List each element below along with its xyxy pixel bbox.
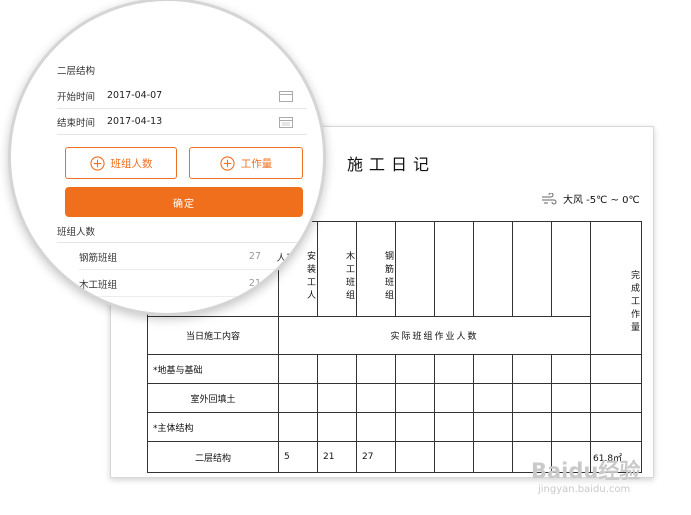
calendar-icon[interactable] bbox=[279, 90, 293, 102]
add-team-count-button[interactable]: 班组人数 bbox=[65, 147, 177, 179]
magnifier-lens: 二层结构 开始时间 2017-04-07 结束时间 2017-04-13 班组人… bbox=[8, 0, 326, 316]
header-team-carpentry: 木工班组 bbox=[317, 221, 357, 317]
table-cell bbox=[356, 412, 396, 442]
table-cell bbox=[356, 354, 396, 384]
header-actual-workers: 实际班组作业人数 bbox=[278, 316, 591, 355]
table-cell bbox=[278, 383, 318, 413]
row-name: 二层结构 bbox=[147, 441, 279, 473]
table-cell bbox=[317, 354, 357, 384]
watermark-logo: Baidu经验 bbox=[531, 459, 641, 483]
header-empty-col bbox=[551, 221, 591, 317]
row-name: *主体结构 bbox=[147, 412, 279, 442]
table-cell bbox=[278, 412, 318, 442]
table-cell bbox=[317, 383, 357, 413]
weather-text: 大风 -5℃ ~ 0℃ bbox=[563, 195, 640, 206]
table-cell bbox=[590, 354, 642, 384]
table-cell bbox=[395, 412, 435, 442]
team-section-title: 班组人数 bbox=[57, 219, 307, 243]
team-name: 木工班组 bbox=[79, 279, 118, 291]
team-unit: 人工日 bbox=[276, 252, 305, 264]
table-cell bbox=[590, 383, 642, 413]
table-cell bbox=[434, 383, 474, 413]
header-empty-col bbox=[434, 221, 474, 317]
table-cell bbox=[317, 412, 357, 442]
end-time-value: 2017-04-13 bbox=[107, 116, 163, 127]
table-cell-value: 5 bbox=[278, 441, 318, 473]
row-name: 室外回填土 bbox=[147, 383, 279, 413]
team-list-item[interactable]: 钢筋班组 27 人工日 bbox=[79, 244, 305, 270]
plus-circle-icon bbox=[220, 155, 235, 171]
header-empty-col bbox=[473, 221, 513, 317]
table-cell bbox=[512, 412, 552, 442]
confirm-button[interactable]: 确定 bbox=[65, 187, 303, 217]
header-daily-content: 当日施工内容 bbox=[147, 316, 279, 355]
table-cell bbox=[473, 412, 513, 442]
table-cell bbox=[434, 412, 474, 442]
table-cell bbox=[395, 441, 435, 473]
header-empty-col bbox=[512, 221, 552, 317]
end-time-field[interactable]: 结束时间 2017-04-13 bbox=[57, 109, 307, 135]
plus-circle-icon bbox=[89, 155, 105, 171]
table-cell bbox=[395, 354, 435, 384]
table-cell bbox=[590, 412, 642, 442]
document-title: 施工日记 bbox=[347, 155, 436, 174]
table-cell bbox=[512, 383, 552, 413]
team-name: 钢筋班组 bbox=[79, 252, 118, 264]
calendar-icon[interactable] bbox=[279, 116, 293, 128]
team-list-item[interactable]: 木工班组 21 bbox=[79, 271, 305, 297]
header-team-rebar: 钢筋班组 bbox=[356, 221, 396, 317]
table-cell bbox=[551, 412, 591, 442]
table-cell-value: 27 bbox=[356, 441, 396, 473]
team-count: 27 bbox=[248, 251, 261, 262]
table-cell-value: 21 bbox=[317, 441, 357, 473]
table-cell bbox=[395, 383, 435, 413]
table-cell bbox=[278, 354, 318, 384]
team-count: 21 bbox=[248, 278, 261, 289]
header-workload: 完成工作量 bbox=[590, 221, 642, 355]
table-cell bbox=[512, 354, 552, 384]
weather-info: 大风 -5℃ ~ 0℃ bbox=[541, 191, 640, 206]
add-workload-label: 工作量 bbox=[240, 157, 273, 170]
table-cell bbox=[473, 441, 513, 473]
table-cell bbox=[473, 383, 513, 413]
header-empty-col bbox=[395, 221, 435, 317]
table-cell bbox=[356, 383, 396, 413]
table-cell bbox=[434, 441, 474, 473]
wind-icon bbox=[542, 192, 557, 204]
end-time-label: 结束时间 bbox=[57, 117, 96, 129]
start-time-label: 开始时间 bbox=[57, 91, 96, 103]
start-time-field[interactable]: 开始时间 2017-04-07 bbox=[57, 83, 307, 109]
table-cell bbox=[551, 354, 591, 384]
table-cell bbox=[434, 354, 474, 384]
section-title: 二层结构 bbox=[57, 66, 96, 77]
watermark-url: jingyan.baidu.com bbox=[538, 484, 631, 495]
row-name: *地基与基础 bbox=[147, 354, 279, 384]
table-cell bbox=[551, 383, 591, 413]
table-cell bbox=[473, 354, 513, 384]
add-workload-button[interactable]: 工作量 bbox=[189, 147, 303, 179]
start-time-value: 2017-04-07 bbox=[107, 90, 163, 101]
add-team-count-label: 班组人数 bbox=[110, 157, 153, 170]
